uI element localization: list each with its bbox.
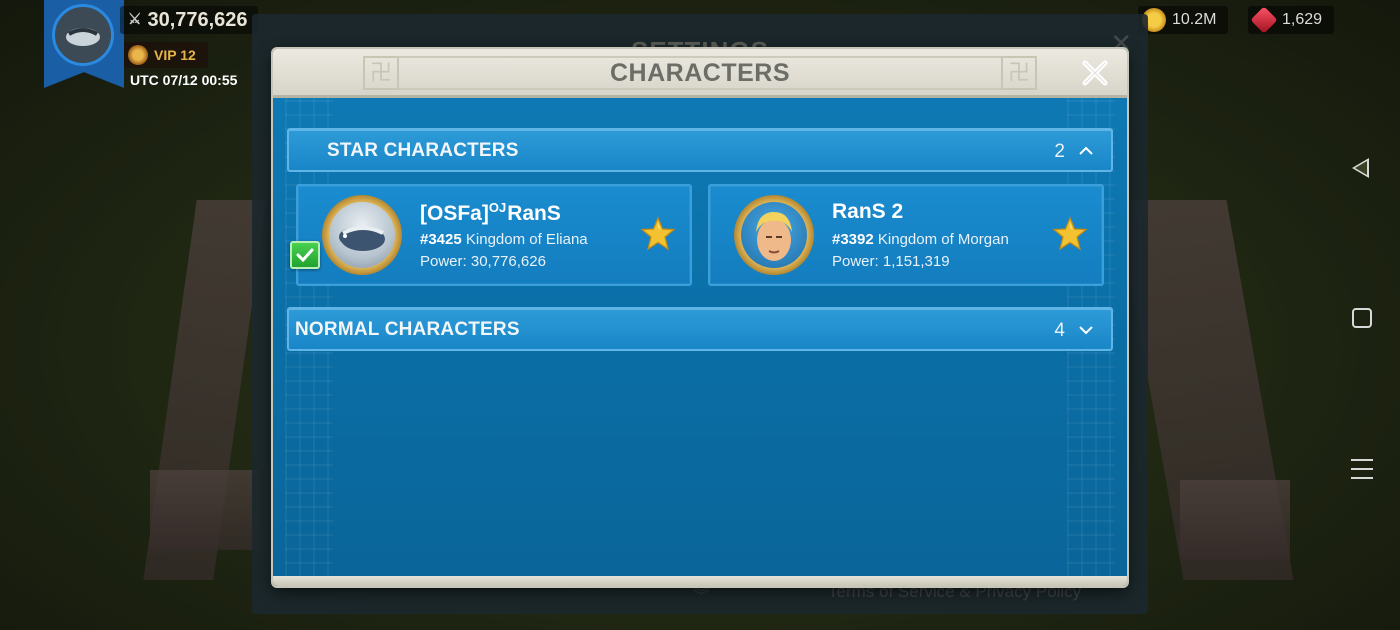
character-power: Power: 30,776,626 <box>420 253 546 270</box>
character-kingdom: #3425 Kingdom of Eliana <box>420 231 588 248</box>
character-name-main: RanS <box>507 202 561 225</box>
star-icon[interactable] <box>1052 216 1088 252</box>
alliance-tag: [OSFa] <box>420 202 489 225</box>
character-avatar <box>322 195 402 275</box>
gold-value: 10.2M <box>1172 11 1217 28</box>
character-card[interactable]: [OSFa]OJRanS #3425 Kingdom of Eliana Pow… <box>290 184 692 286</box>
modal-title: CHARACTERS <box>610 59 790 87</box>
gold-resource[interactable]: 10.2M <box>1138 6 1229 34</box>
character-kingdom: #3392 Kingdom of Morgan <box>832 231 1009 248</box>
close-button[interactable] <box>1077 55 1113 91</box>
section-label: STAR CHARACTERS <box>327 140 519 161</box>
vip-icon <box>128 45 148 65</box>
player-avatar[interactable] <box>52 4 114 66</box>
vip-badge[interactable]: VIP 12 <box>124 42 208 68</box>
character-name: [OSFa]OJRanS <box>420 200 561 226</box>
star-icon[interactable] <box>640 216 676 252</box>
modal-body: STAR CHARACTERS 2 [OSFa]OJRanS #3425 Kin… <box>273 98 1127 586</box>
character-name: RanS 2 <box>832 200 903 224</box>
home-icon[interactable] <box>1352 308 1372 328</box>
vip-label: VIP 12 <box>154 47 196 63</box>
character-name-main: RanS 2 <box>832 200 904 223</box>
section-count: 4 <box>1054 320 1065 341</box>
badger-icon <box>339 226 385 251</box>
gem-value: 1,629 <box>1282 11 1323 28</box>
back-icon[interactable] <box>1352 158 1369 178</box>
selected-check-icon <box>290 241 320 269</box>
kingdom-name: Kingdom of Eliana <box>465 231 588 248</box>
section-count: 2 <box>1054 141 1065 162</box>
character-avatar <box>734 195 814 275</box>
modal-footer-bar <box>273 576 1127 586</box>
player-power: ⚔ 30,776,626 <box>120 6 258 34</box>
commander-portrait-icon <box>756 212 792 261</box>
star-characters-header[interactable]: STAR CHARACTERS 2 <box>287 128 1113 172</box>
chevron-down-icon <box>1079 326 1093 335</box>
badger-icon <box>66 28 100 46</box>
characters-modal: 卍 卍 CHARACTERS STAR CHARACTERS 2 [OSFa]O… <box>273 49 1127 586</box>
chevron-up-icon <box>1079 146 1093 155</box>
menu-icon[interactable] <box>1351 459 1373 486</box>
name-superscript: OJ <box>488 200 507 215</box>
section-label: NORMAL CHARACTERS <box>295 319 520 340</box>
character-power: Power: 1,151,319 <box>832 253 950 270</box>
utc-clock: UTC 07/12 00:55 <box>130 72 238 88</box>
kingdom-id: #3425 <box>420 231 462 248</box>
kingdom-id: #3392 <box>832 231 874 248</box>
kingdom-name: Kingdom of Morgan <box>877 231 1009 248</box>
player-power-value: 30,776,626 <box>147 9 248 31</box>
gem-icon <box>1250 6 1278 34</box>
normal-characters-header[interactable]: NORMAL CHARACTERS 4 <box>287 307 1113 351</box>
modal-header: 卍 卍 CHARACTERS <box>273 49 1127 98</box>
close-icon <box>1082 60 1108 86</box>
gem-resource[interactable]: 1,629 <box>1248 6 1335 34</box>
character-card[interactable]: RanS 2 #3392 Kingdom of Morgan Power: 1,… <box>708 184 1104 286</box>
sword-icon: ⚔ <box>128 11 142 28</box>
